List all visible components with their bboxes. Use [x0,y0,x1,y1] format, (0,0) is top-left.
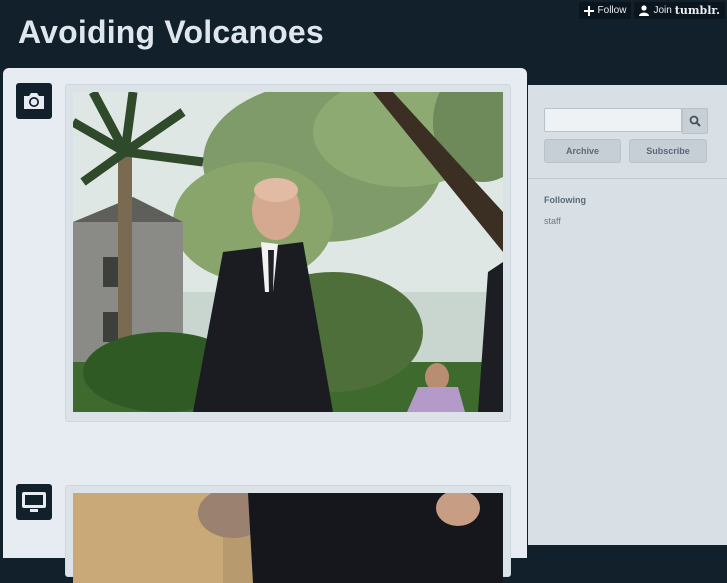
search-button[interactable] [682,108,708,134]
photo-post-type[interactable] [16,83,52,119]
photo-post [65,84,511,422]
join-tumblr-button[interactable]: Join tumblr. [634,2,725,19]
subscribe-button[interactable]: Subscribe [629,139,707,163]
plus-icon [583,5,594,16]
following-heading: Following [544,195,586,205]
archive-button[interactable]: Archive [544,139,621,163]
posts-column [3,68,527,583]
camera-icon [22,91,46,111]
video-post-type[interactable] [16,484,52,520]
blog-title[interactable]: Avoiding Volcanoes [18,14,324,51]
user-icon [639,5,650,16]
video-icon [21,491,47,513]
sidebar: Archive Subscribe Following staff [528,85,727,545]
tumblr-logo: tumblr. [674,4,720,17]
search-icon [689,115,701,127]
post-video[interactable] [73,493,503,583]
tumblr-controls: Follow Join tumblr. [578,2,725,19]
follow-button[interactable]: Follow [578,2,632,19]
video-post [65,485,511,583]
post-photo[interactable] [73,92,503,412]
follow-label: Follow [597,5,627,16]
search-input[interactable] [544,108,682,132]
join-label: Join [653,5,672,16]
following-item-staff[interactable]: staff [544,216,561,226]
sidebar-divider [528,178,727,179]
